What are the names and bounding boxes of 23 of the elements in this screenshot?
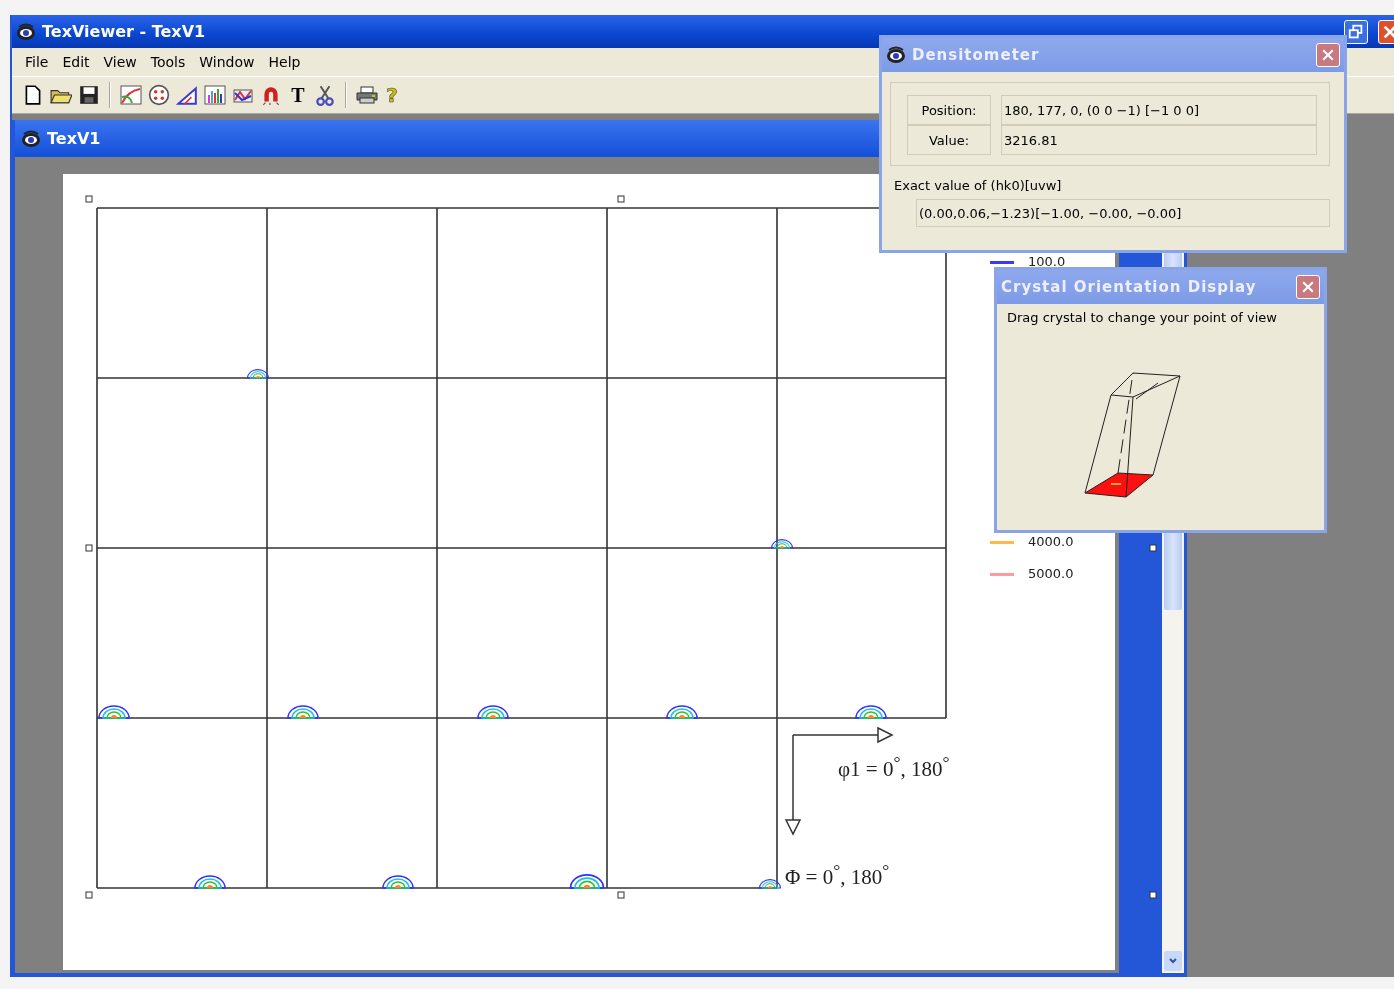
dialog-title: Crystal Orientation Display: [1001, 278, 1257, 296]
menu-item[interactable]: Edit: [55, 52, 97, 72]
hint-text: Drag crystal to change your point of view: [1007, 310, 1278, 325]
axis-label: φ1 = 0$^{°}$, 180$^{°}$: [838, 752, 950, 782]
legend-label: 4000.0: [1028, 535, 1074, 549]
value-field: 180, 177, 0, (0 0 −1) [−1 0 0]: [1001, 95, 1317, 125]
value-field: 3216.81: [1001, 125, 1317, 155]
axis-label: Φ = 0$^{°}$, 180$^{°}$: [785, 860, 890, 890]
menu-item[interactable]: Window: [192, 52, 262, 72]
field-label: Value:: [907, 125, 991, 155]
legend-label: 5000.0: [1028, 567, 1074, 581]
menu-item[interactable]: Tools: [143, 52, 193, 72]
dialog-title: Densitometer: [912, 46, 1040, 64]
menu-item[interactable]: File: [18, 52, 56, 72]
text-tool-button[interactable]: T: [288, 84, 308, 106]
value-field: (0.00,0.06,−1.23)[−1.00, −0.00, −0.00]: [916, 199, 1330, 227]
window-title: TexViewer - TexV1: [42, 22, 206, 41]
document-title: TexV1: [47, 129, 101, 148]
legend-label: 100.0: [1028, 255, 1066, 269]
field-label: Exact value of (hk0)[uvw]: [893, 178, 1063, 193]
field-label: Position:: [907, 95, 991, 125]
menu-item[interactable]: Help: [261, 52, 308, 72]
menu-item[interactable]: View: [96, 52, 144, 72]
